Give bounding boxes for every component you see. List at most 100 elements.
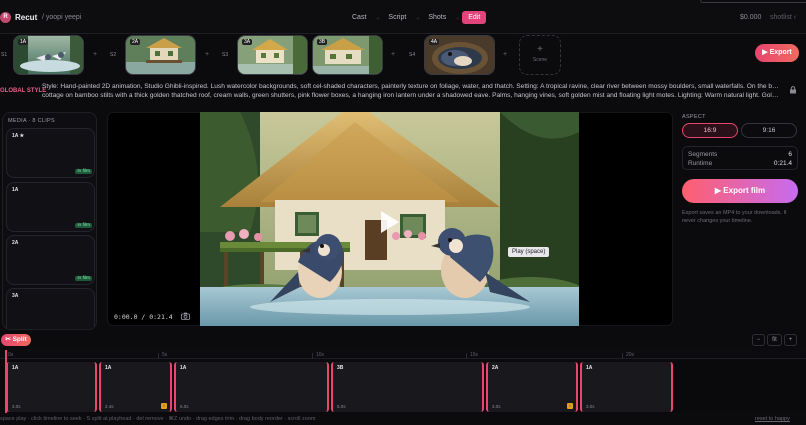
- ruler-tick-label: 0s: [8, 352, 14, 358]
- timeline-ruler[interactable]: [0, 350, 806, 359]
- scene-label: S1: [1, 52, 8, 58]
- aspect-16-9-button[interactable]: 16:9: [682, 123, 738, 138]
- add-shot-icon[interactable]: +: [93, 51, 97, 58]
- ruler-tick: [622, 353, 623, 359]
- keyboard-hints: space play · click timeline to seek · S …: [0, 416, 316, 422]
- global-style-label: GLOBAL STYLE: [0, 88, 47, 94]
- in-film-badge: in film: [75, 169, 92, 174]
- timeline-segment[interactable]: 3B 5.0s: [331, 362, 484, 412]
- shotlist-link[interactable]: shotlist ‹: [770, 14, 796, 21]
- segment-duration: 3.0s: [12, 404, 21, 409]
- media-clip[interactable]: 3A: [6, 288, 95, 329]
- aspect-label: ASPECT: [682, 114, 706, 120]
- in-film-badge: in film: [75, 276, 92, 281]
- global-style-line: cottage on bamboo stilts with a thick go…: [42, 92, 782, 99]
- shot-thumb-3a[interactable]: 3A: [237, 35, 308, 75]
- plus-icon: +: [537, 44, 543, 55]
- ruler-tick: [158, 353, 159, 359]
- playhead[interactable]: [5, 350, 7, 413]
- runtime-label: Runtime: [688, 160, 713, 167]
- top-edge-line: [700, 0, 806, 3]
- scene-label: S4: [409, 52, 416, 58]
- timeline-segment[interactable]: 1A 5.0s: [174, 362, 329, 412]
- ruler-tick: [312, 353, 313, 359]
- step-edit[interactable]: Edit: [462, 11, 487, 24]
- shot-thumb-3b[interactable]: 3B: [312, 35, 383, 75]
- segment-duration: 5.0s: [180, 404, 189, 409]
- scene-label: S3: [222, 52, 229, 58]
- zoom-in-button[interactable]: +: [784, 334, 797, 346]
- media-clip[interactable]: 1A in film: [6, 182, 95, 232]
- segment-tag: 2A: [492, 365, 499, 371]
- fit-button[interactable]: fit: [767, 334, 782, 346]
- timecode: 0:00.0 / 0:21.4: [114, 313, 173, 321]
- timeline-segment[interactable]: 2A 3.0s !: [486, 362, 578, 412]
- step-cast[interactable]: Cast: [346, 11, 372, 24]
- global-style-line: Style: Hand-painted 2D animation, Studio…: [42, 83, 782, 90]
- timeline-segment[interactable]: 1A 3.0s: [580, 362, 673, 412]
- shot-thumb-1a[interactable]: 1A: [13, 35, 84, 75]
- step-shots[interactable]: Shots: [422, 11, 452, 24]
- ruler-tick-label: 5s: [162, 352, 168, 358]
- global-style-text[interactable]: Style: Hand-painted 2D animation, Studio…: [42, 82, 782, 100]
- zoom-out-button[interactable]: −: [752, 334, 765, 346]
- in-film-badge: in film: [75, 223, 92, 228]
- warning-icon: !: [567, 403, 573, 409]
- clip-tag: 1A: [12, 187, 19, 193]
- add-shot-icon[interactable]: +: [205, 51, 209, 58]
- shot-thumb-2a[interactable]: 2A: [125, 35, 196, 75]
- export-note: Export saves an MP4 to your downloads. I…: [682, 210, 787, 224]
- export-film-button[interactable]: ▶ Export film: [682, 179, 798, 203]
- step-script[interactable]: Script: [382, 11, 412, 24]
- play-tooltip: Play (space): [508, 247, 550, 257]
- media-clip[interactable]: 1A ★ in film: [6, 128, 95, 178]
- reset-link[interactable]: reset to happy: [755, 416, 790, 422]
- app-root: R Recut / yoopi yeepi Cast → Script → Sh…: [0, 0, 806, 425]
- shots-strip: S1 1A + S2 2A + S3 3A 3B + S4 4A + + Sce…: [0, 34, 806, 76]
- arrow-right-icon: →: [374, 14, 381, 21]
- app-logo[interactable]: R: [0, 12, 11, 23]
- runtime-row: Runtime 0:21.4: [688, 159, 792, 168]
- timeline-segment[interactable]: 1A 2.4s !: [99, 362, 172, 412]
- media-panel: MEDIA · 8 CLIPS 1A ★ in film 1A in film …: [2, 112, 97, 330]
- split-button[interactable]: ✂ Split: [1, 334, 31, 346]
- play-icon[interactable]: [373, 207, 403, 237]
- clip-tag: 3A: [12, 293, 19, 299]
- arrow-right-icon: →: [454, 14, 461, 21]
- warning-icon: !: [161, 403, 167, 409]
- new-scene-button[interactable]: + Scene: [519, 35, 561, 75]
- clip-tag: 2A: [12, 240, 19, 246]
- shot-thumb-4a[interactable]: 4A: [424, 35, 495, 75]
- top-bar: R Recut / yoopi yeepi Cast → Script → Sh…: [0, 0, 806, 34]
- scene-label: S2: [110, 52, 117, 58]
- segment-tag: 1A: [180, 365, 187, 371]
- app-name[interactable]: Recut: [15, 13, 37, 22]
- media-title: MEDIA · 8 CLIPS: [8, 118, 55, 124]
- aspect-9-16-button[interactable]: 9:16: [741, 123, 797, 138]
- media-clip[interactable]: 2A in film: [6, 235, 95, 285]
- ruler-tick: [466, 353, 467, 359]
- runtime-value: 0:21.4: [773, 160, 792, 167]
- new-scene-label: Scene: [532, 57, 548, 63]
- segment-tag: 1A: [105, 365, 112, 371]
- film-meta: Segments 6 Runtime 0:21.4: [682, 146, 798, 170]
- shot-tag: 3A: [242, 39, 253, 45]
- segment-duration: 2.4s: [105, 404, 114, 409]
- snapshot-icon[interactable]: [181, 312, 190, 320]
- timeline-segment[interactable]: 1A 3.0s: [6, 362, 97, 412]
- export-button[interactable]: ▶ Export: [755, 44, 799, 62]
- ruler-tick-label: 10s: [316, 352, 325, 358]
- add-shot-icon[interactable]: +: [503, 51, 507, 58]
- lock-icon[interactable]: [789, 86, 797, 94]
- ruler-tick-label: 20s: [626, 352, 635, 358]
- ruler-tick-label: 15s: [470, 352, 479, 358]
- arrow-right-icon: →: [414, 14, 421, 21]
- add-shot-icon[interactable]: +: [391, 51, 395, 58]
- segment-tag: 1A: [586, 365, 593, 371]
- segment-tag: 3B: [337, 365, 344, 371]
- segment-duration: 5.0s: [337, 404, 346, 409]
- cost-display: $0.000: [740, 14, 762, 21]
- project-name[interactable]: / yoopi yeepi: [42, 14, 81, 21]
- segment-tag: 1A: [12, 365, 19, 371]
- segment-duration: 3.0s: [492, 404, 501, 409]
